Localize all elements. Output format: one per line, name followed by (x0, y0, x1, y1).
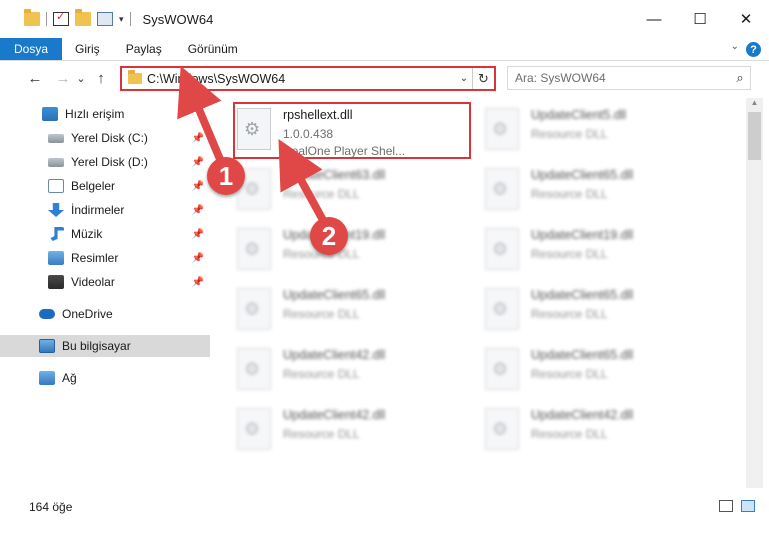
details-view-icon[interactable] (719, 500, 733, 512)
callout-step-2: 2 (310, 217, 348, 255)
annotation-arrows (177, 65, 328, 226)
status-bar: 164 öğe (0, 496, 769, 518)
arrow-2 (278, 138, 328, 226)
item-count: 164 öğe (29, 500, 73, 514)
callout-step-1: 1 (207, 157, 245, 195)
window-bottom-edge (0, 518, 769, 536)
tiles-view-icon[interactable] (741, 500, 755, 512)
arrow-1 (177, 65, 226, 168)
